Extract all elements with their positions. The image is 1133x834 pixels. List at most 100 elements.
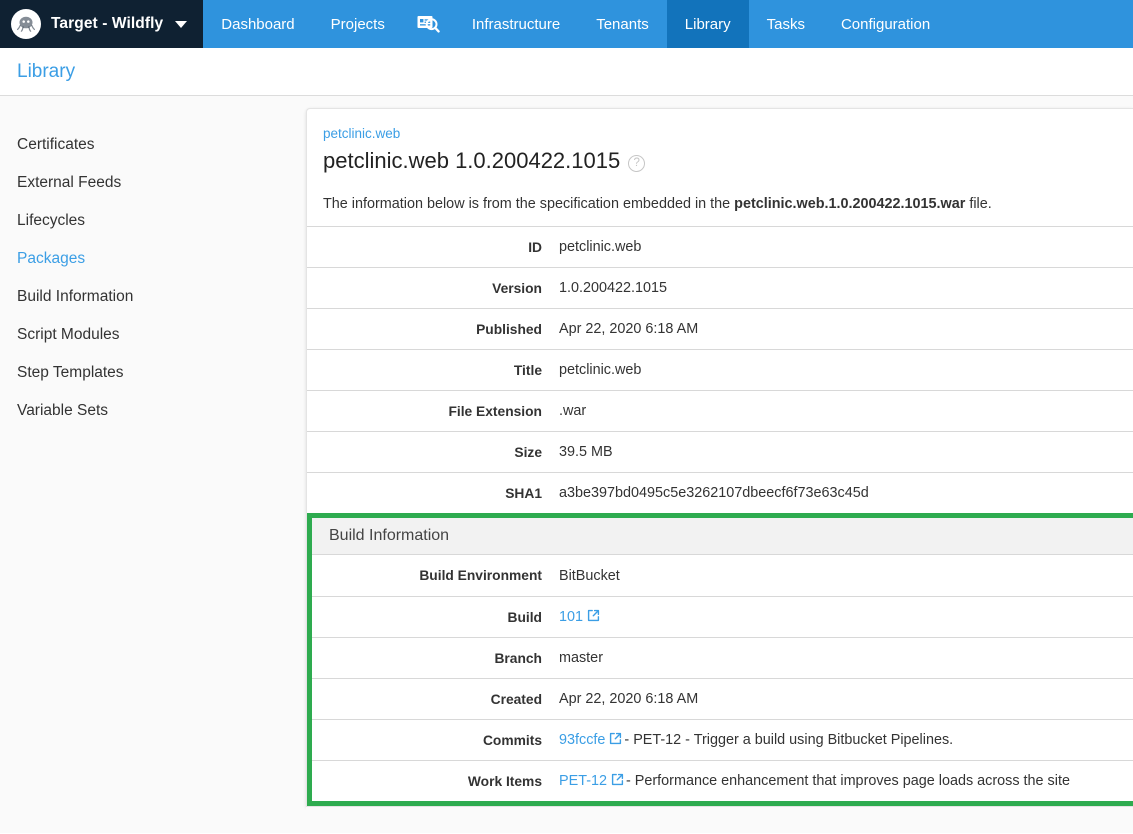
sidebar-item-packages[interactable]: Packages [0, 240, 306, 278]
row-label: Version [307, 281, 559, 296]
row-label: Commits [312, 733, 559, 748]
sidebar-item-lifecycles[interactable]: Lifecycles [0, 202, 306, 240]
space-selector[interactable]: Target - Wildfly [0, 0, 203, 48]
chevron-down-icon[interactable] [175, 21, 187, 28]
help-circle-icon[interactable]: ? [628, 155, 645, 172]
page-body: Certificates External Feeds Lifecycles P… [0, 96, 1133, 833]
spec-note-filename: petclinic.web.1.0.200422.1015.war [734, 196, 965, 212]
nav-projects-label: Projects [331, 16, 385, 33]
external-link-icon[interactable] [609, 732, 622, 749]
nav-infrastructure[interactable]: Infrastructure [454, 0, 578, 48]
row-label: ID [307, 240, 559, 255]
row-value: BitBucket [559, 568, 1133, 584]
table-row: Created Apr 22, 2020 6:18 AM [312, 678, 1133, 719]
row-value: a3be397bd0495c5e3262107dbeecf6f73e63c45d [559, 485, 1133, 501]
table-row: Build 101 [312, 596, 1133, 637]
sidebar-item-build-information[interactable]: Build Information [0, 278, 306, 316]
library-sidebar: Certificates External Feeds Lifecycles P… [0, 96, 306, 833]
package-card-header: petclinic.web petclinic.web 1.0.200422.1… [307, 109, 1133, 174]
row-value: master [559, 650, 1133, 666]
commit-message: - PET-12 - Trigger a build using Bitbuck… [624, 732, 953, 748]
sidebar-item-label: External Feeds [17, 174, 121, 191]
specification-note: The information below is from the specif… [307, 174, 1133, 226]
row-value: .war [559, 403, 1133, 419]
search-document-icon [417, 14, 440, 34]
sidebar-item-certificates[interactable]: Certificates [0, 126, 306, 164]
row-label: SHA1 [307, 486, 559, 501]
table-row: SHA1 a3be397bd0495c5e3262107dbeecf6f73e6… [307, 472, 1133, 513]
sidebar-item-label: Variable Sets [17, 402, 108, 419]
commit-link[interactable]: 93fccfe [559, 732, 605, 748]
nav-items: Dashboard Projects [203, 0, 1133, 48]
nav-tasks[interactable]: Tasks [749, 0, 823, 48]
package-title-row: petclinic.web 1.0.200422.1015 ? [323, 148, 1117, 174]
row-label: Work Items [312, 774, 559, 789]
external-link-icon[interactable] [611, 773, 624, 790]
nav-tasks-label: Tasks [767, 16, 805, 33]
sidebar-item-label: Build Information [17, 288, 133, 305]
row-value: 1.0.200422.1015 [559, 280, 1133, 296]
top-navigation-bar: Target - Wildfly Dashboard Projects [0, 0, 1133, 48]
octopus-logo-icon [11, 9, 41, 39]
table-row: File Extension .war [307, 390, 1133, 431]
row-label: Size [307, 445, 559, 460]
spec-note-prefix: The information below is from the specif… [323, 196, 734, 212]
package-breadcrumb-link[interactable]: petclinic.web [323, 126, 400, 141]
nav-projects[interactable]: Projects [313, 0, 403, 48]
build-information-table: Build Environment BitBucket Build 101 Br… [312, 555, 1133, 801]
sidebar-item-script-modules[interactable]: Script Modules [0, 316, 306, 354]
sidebar-item-label: Script Modules [17, 326, 120, 343]
row-value: petclinic.web [559, 239, 1133, 255]
row-label: Branch [312, 651, 559, 666]
build-information-heading: Build Information [312, 518, 1133, 555]
table-row: Work Items PET-12 - Performance enhanceme… [312, 760, 1133, 801]
row-value: petclinic.web [559, 362, 1133, 378]
row-value: Apr 22, 2020 6:18 AM [559, 691, 1133, 707]
row-label: Build [312, 610, 559, 625]
sidebar-item-step-templates[interactable]: Step Templates [0, 354, 306, 392]
nav-dashboard-label: Dashboard [221, 16, 294, 33]
space-name-label: Target - Wildfly [51, 15, 163, 33]
external-link-icon[interactable] [587, 609, 600, 626]
nav-search[interactable] [403, 0, 454, 48]
table-row: Size 39.5 MB [307, 431, 1133, 472]
sidebar-item-variable-sets[interactable]: Variable Sets [0, 392, 306, 430]
sidebar-item-external-feeds[interactable]: External Feeds [0, 164, 306, 202]
row-value: 93fccfe - PET-12 - Trigger a build using … [559, 732, 1133, 749]
nav-dashboard[interactable]: Dashboard [203, 0, 312, 48]
table-row: ID petclinic.web [307, 226, 1133, 267]
content-footer-spacer [306, 807, 1133, 817]
table-row: Published Apr 22, 2020 6:18 AM [307, 308, 1133, 349]
package-title: petclinic.web 1.0.200422.1015 [323, 148, 620, 174]
page-title-band: Library [0, 48, 1133, 96]
nav-infrastructure-label: Infrastructure [472, 16, 560, 33]
row-value: Apr 22, 2020 6:18 AM [559, 321, 1133, 337]
main-content: petclinic.web petclinic.web 1.0.200422.1… [306, 96, 1133, 833]
nav-tenants[interactable]: Tenants [578, 0, 667, 48]
spec-note-suffix: file. [965, 196, 991, 212]
build-link[interactable]: 101 [559, 609, 583, 625]
sidebar-item-label: Certificates [17, 136, 95, 153]
row-label: Created [312, 692, 559, 707]
nav-configuration-label: Configuration [841, 16, 930, 33]
work-item-link[interactable]: PET-12 [559, 773, 607, 789]
work-item-description: - Performance enhancement that improves … [626, 773, 1070, 789]
nav-configuration[interactable]: Configuration [823, 0, 948, 48]
table-row: Commits 93fccfe - PET-12 - Trigger a buil… [312, 719, 1133, 760]
table-row: Build Environment BitBucket [312, 555, 1133, 596]
nav-library[interactable]: Library [667, 0, 749, 48]
page-title: Library [17, 62, 75, 81]
nav-library-label: Library [685, 16, 731, 33]
build-information-section: Build Information Build Environment BitB… [307, 513, 1133, 806]
sidebar-item-label: Packages [17, 250, 85, 267]
table-row: Branch master [312, 637, 1133, 678]
package-details-table: ID petclinic.web Version 1.0.200422.1015… [307, 226, 1133, 513]
table-row: Title petclinic.web [307, 349, 1133, 390]
table-row: Version 1.0.200422.1015 [307, 267, 1133, 308]
row-label: Title [307, 363, 559, 378]
sidebar-item-label: Step Templates [17, 364, 124, 381]
row-label: Published [307, 322, 559, 337]
row-value: PET-12 - Performance enhancement that imp… [559, 773, 1133, 790]
row-value: 39.5 MB [559, 444, 1133, 460]
row-label: File Extension [307, 404, 559, 419]
